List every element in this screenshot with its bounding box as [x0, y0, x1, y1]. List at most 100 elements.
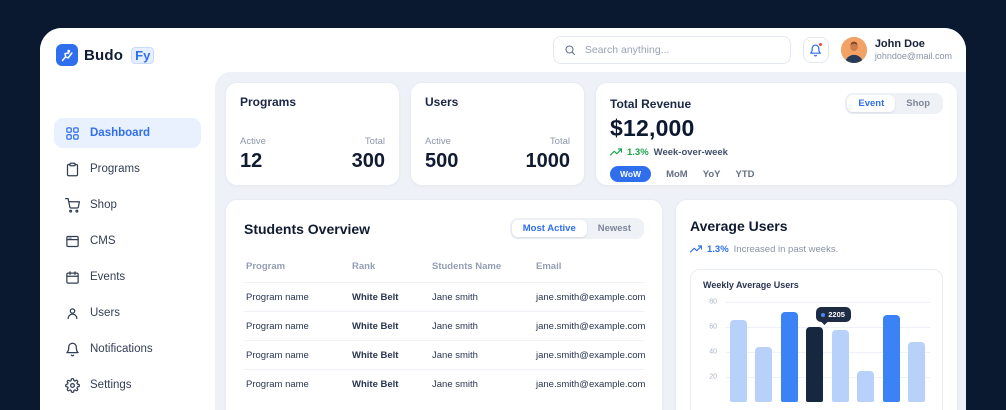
- users-stat-card: Users Active 500 Total 1000: [410, 82, 585, 186]
- trend-up-icon: [610, 146, 622, 158]
- bar-slot: [755, 302, 772, 402]
- chart-bar[interactable]: [781, 312, 798, 402]
- bar-slot: [730, 302, 747, 402]
- period-ytd-button[interactable]: YTD: [736, 169, 755, 180]
- cell-rank: White Belt: [352, 350, 432, 361]
- sidebar-item-settings[interactable]: Settings: [54, 370, 201, 400]
- table-row[interactable]: Program name White Belt Jane smith jane.…: [244, 311, 644, 340]
- cell-email: jane.smith@example.com: [536, 379, 645, 390]
- cell-name: Jane smith: [432, 350, 536, 361]
- user-name: John Doe: [875, 38, 952, 52]
- y-tick: 20: [709, 374, 717, 381]
- period-wow-button[interactable]: WoW: [610, 166, 651, 182]
- sidebar-item-label: CMS: [90, 235, 116, 247]
- main-area: John Doe johndoe@mail.com Programs Activ…: [215, 28, 966, 410]
- bell-icon: [65, 342, 80, 357]
- col-rank: Rank: [352, 261, 432, 272]
- search-icon: [564, 44, 576, 56]
- col-students-name: Students Name: [432, 261, 536, 272]
- logo-accent-text: Fy: [131, 47, 154, 64]
- period-mom-button[interactable]: MoM: [666, 169, 688, 180]
- cell-program: Program name: [246, 350, 352, 361]
- students-overview-card: Students Overview Most Active Newest Pro…: [225, 199, 663, 410]
- chart-title: Weekly Average Users: [703, 280, 930, 290]
- chart-y-axis: 80 60 40 20: [703, 302, 719, 402]
- programs-stat-card: Programs Active 12 Total 300: [225, 82, 400, 186]
- toggle-shop-button[interactable]: Shop: [895, 95, 941, 112]
- active-value: 12: [240, 150, 266, 173]
- dashboard-content: Programs Active 12 Total 300: [215, 72, 966, 410]
- chart-bar[interactable]: [806, 327, 823, 402]
- active-label: Active: [240, 136, 266, 147]
- cell-rank: White Belt: [352, 321, 432, 332]
- panels-row: Students Overview Most Active Newest Pro…: [225, 199, 958, 410]
- sidebar-item-users[interactable]: Users: [54, 298, 201, 328]
- notifications-button[interactable]: [803, 37, 829, 63]
- table-row[interactable]: Program name White Belt Jane smith jane.…: [244, 282, 644, 311]
- app-logo[interactable]: Budo Fy: [54, 40, 201, 70]
- sidebar-item-label: Users: [90, 307, 120, 319]
- logo-figure-icon: [56, 44, 78, 66]
- revenue-change-pct: 1.3%: [627, 147, 649, 158]
- y-tick: 80: [709, 299, 717, 306]
- panel-title: Average Users: [690, 218, 943, 234]
- revenue-card: Total Revenue Event Shop $12,000 1.3%: [595, 82, 958, 186]
- cell-email: jane.smith@example.com: [536, 321, 645, 332]
- calendar-icon: [65, 270, 80, 285]
- toggle-event-button[interactable]: Event: [847, 95, 895, 112]
- total-value: 300: [352, 150, 385, 173]
- total-label: Total: [526, 136, 571, 147]
- sidebar: Budo Fy Dashboard Programs: [40, 28, 215, 410]
- screen: Budo Fy Dashboard Programs: [0, 0, 1006, 410]
- period-yoy-button[interactable]: YoY: [703, 169, 721, 180]
- revenue-source-toggle: Event Shop: [845, 93, 943, 114]
- chart-bar[interactable]: [857, 371, 874, 402]
- active-label: Active: [425, 136, 458, 147]
- topbar: John Doe johndoe@mail.com: [215, 28, 966, 72]
- total-value: 1000: [526, 150, 571, 173]
- stats-row: Programs Active 12 Total 300: [225, 82, 958, 186]
- col-program: Program: [246, 261, 352, 272]
- sidebar-nav: Dashboard Programs Shop: [54, 118, 201, 400]
- search-input[interactable]: [583, 43, 780, 57]
- revenue-amount: $12,000: [610, 115, 943, 142]
- chart-bar[interactable]: [730, 320, 747, 403]
- chart-bar[interactable]: [883, 315, 900, 403]
- chart-bar[interactable]: [755, 347, 772, 402]
- avatar: [841, 37, 867, 63]
- cell-program: Program name: [246, 379, 352, 390]
- sidebar-item-notifications[interactable]: Notifications: [54, 334, 201, 364]
- cell-email: jane.smith@example.com: [536, 292, 645, 303]
- table-row[interactable]: Program name White Belt Jane smith jane.…: [244, 369, 644, 398]
- cell-program: Program name: [246, 292, 352, 303]
- logo-text: Budo: [84, 47, 123, 64]
- card-title: Total Revenue: [610, 97, 691, 111]
- chart-bar[interactable]: [832, 330, 849, 403]
- bar-slot: [908, 302, 925, 402]
- chart-tooltip: 2205: [816, 307, 851, 322]
- tab-most-active[interactable]: Most Active: [512, 220, 587, 237]
- bar-slot: [883, 302, 900, 402]
- revenue-change-label: Week-over-week: [654, 147, 728, 158]
- sidebar-item-programs[interactable]: Programs: [54, 154, 201, 184]
- students-tabs: Most Active Newest: [510, 218, 644, 239]
- bar-slot: 2205: [806, 302, 823, 402]
- active-value: 500: [425, 150, 458, 173]
- chart-bar[interactable]: [908, 342, 925, 402]
- notification-badge: [818, 42, 823, 47]
- card-title: Programs: [240, 95, 385, 109]
- tab-newest[interactable]: Newest: [587, 220, 642, 237]
- search-box: [553, 36, 791, 64]
- students-table: Program Rank Students Name Email Program…: [244, 261, 644, 398]
- user-menu[interactable]: John Doe johndoe@mail.com: [841, 37, 952, 63]
- sidebar-item-cms[interactable]: CMS: [54, 226, 201, 256]
- cell-program: Program name: [246, 321, 352, 332]
- sidebar-item-dashboard[interactable]: Dashboard: [54, 118, 201, 148]
- sidebar-item-label: Programs: [90, 163, 140, 175]
- table-row[interactable]: Program name White Belt Jane smith jane.…: [244, 340, 644, 369]
- sidebar-item-shop[interactable]: Shop: [54, 190, 201, 220]
- sidebar-item-events[interactable]: Events: [54, 262, 201, 292]
- cell-rank: White Belt: [352, 292, 432, 303]
- card-title: Users: [425, 95, 570, 109]
- cart-icon: [65, 198, 80, 213]
